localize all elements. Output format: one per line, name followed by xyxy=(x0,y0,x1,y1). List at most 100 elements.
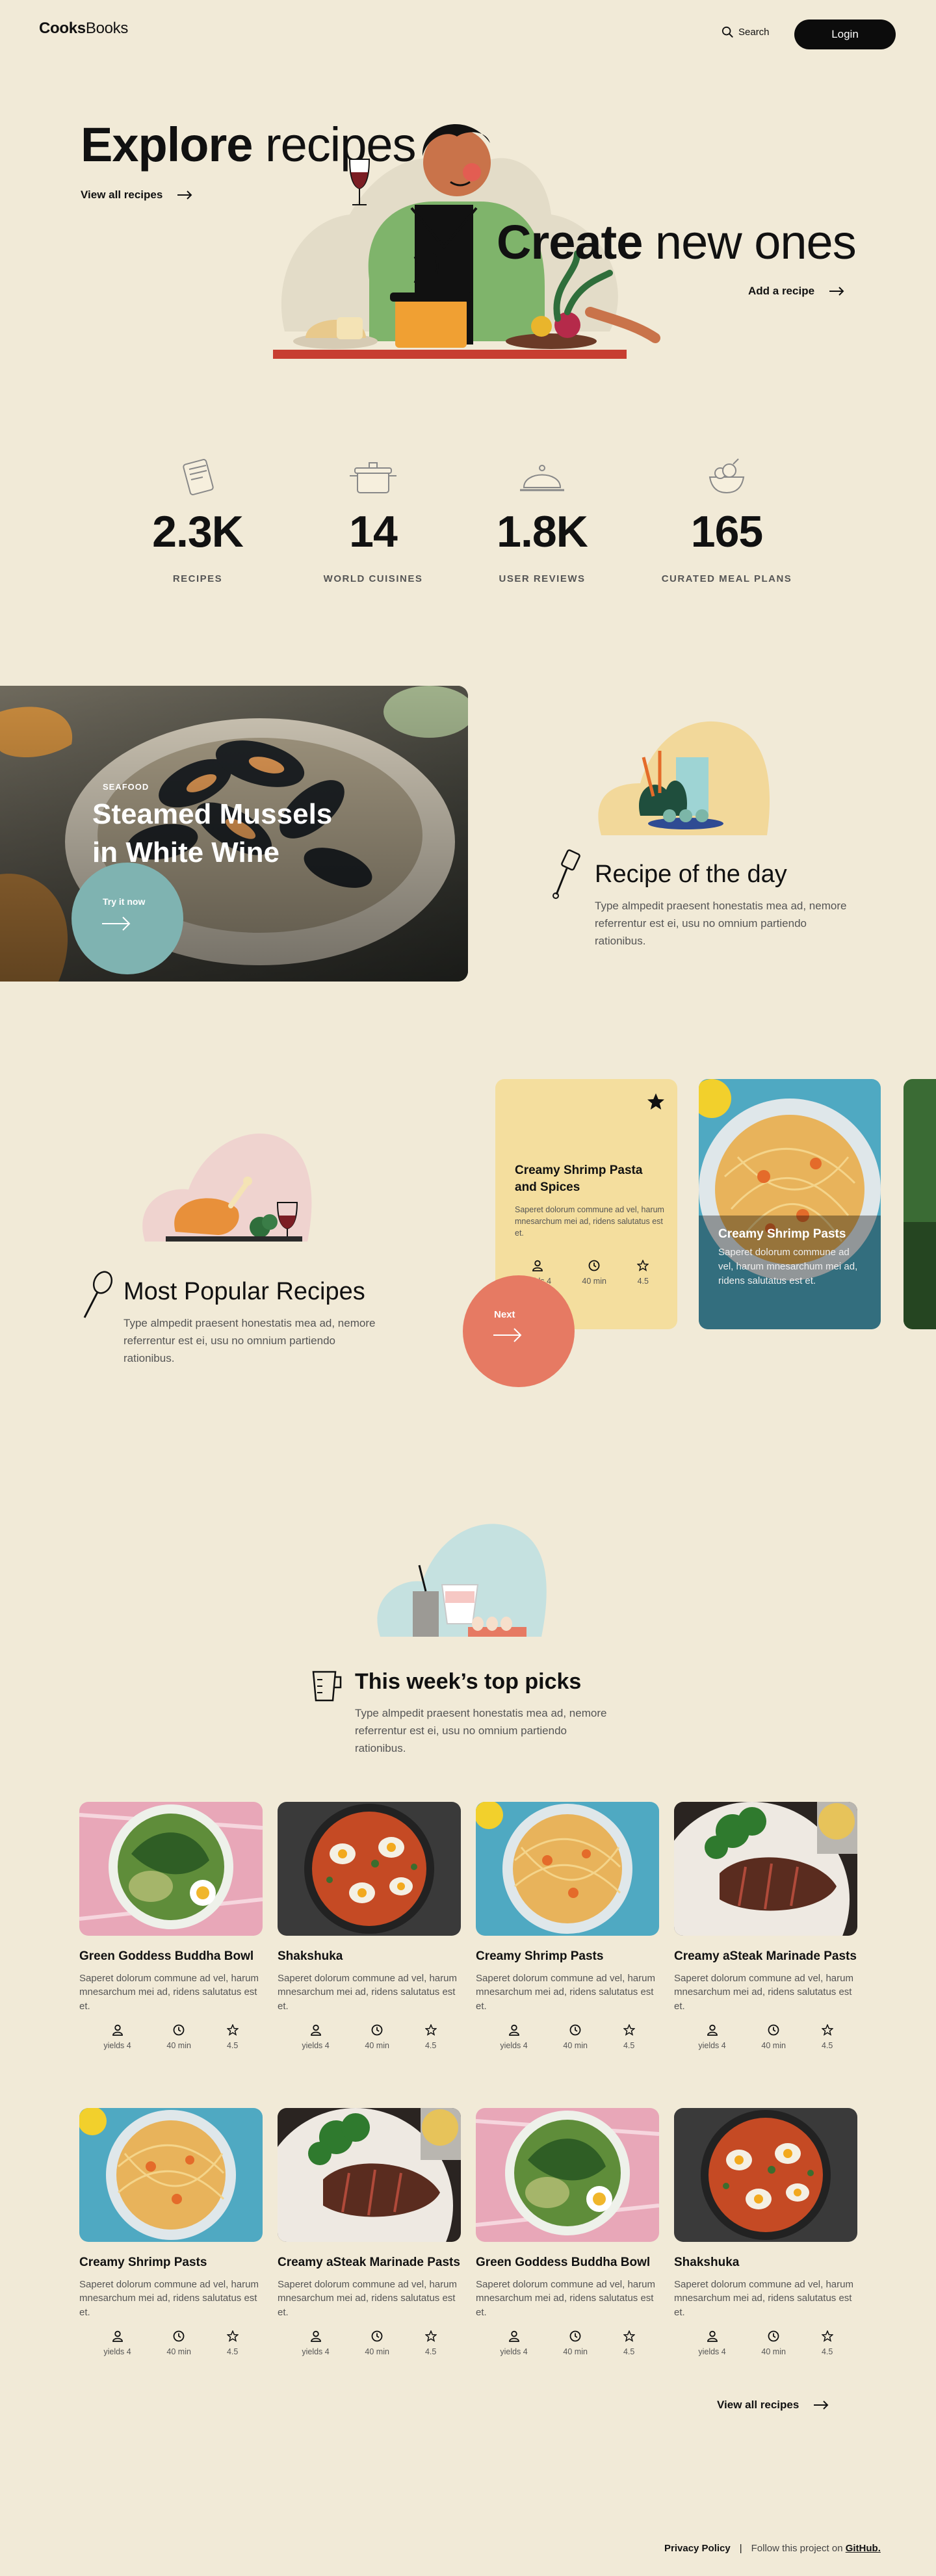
cloche-icon xyxy=(520,465,564,491)
arrow-right-icon xyxy=(177,190,192,200)
view-all-recipes-link[interactable]: View all recipes xyxy=(717,2399,829,2412)
footer-separator: | xyxy=(739,2543,742,2554)
yields-label: yields 4 xyxy=(302,2347,330,2356)
star-icon xyxy=(226,2023,239,2036)
star-icon xyxy=(226,2330,239,2342)
time-label: 40 min xyxy=(761,2347,786,2356)
recipe-card[interactable]: Creamy Shrimp Pasts Saperet dolorum commu… xyxy=(79,2108,263,2356)
recipe-description: Saperet dolorum commune ad vel, harum mn… xyxy=(674,2278,853,2319)
popular-card-title: Creamy Shrimp Pasts xyxy=(718,1227,846,1241)
time-label: 40 min xyxy=(563,2040,588,2050)
recipe-card[interactable]: Green Goddess Buddha Bowl Saperet dolorum… xyxy=(79,1802,263,2050)
arrow-right-icon xyxy=(493,1328,522,1342)
stat-value: 2.3K xyxy=(152,507,244,556)
recipe-description: Saperet dolorum commune ad vel, harum mn… xyxy=(79,2278,259,2319)
recipe-photo xyxy=(674,1802,857,1936)
bowl-photo xyxy=(904,1079,936,1329)
recipe-photo xyxy=(79,2108,263,2242)
recipe-meta: yields 4 40 min 4.5 xyxy=(674,2330,857,2356)
recipe-description: Saperet dolorum commune ad vel, harum mn… xyxy=(476,2278,655,2319)
star-icon xyxy=(623,2023,635,2036)
star-icon xyxy=(821,2330,833,2342)
follow-project-text: Follow this project on xyxy=(751,2543,843,2554)
stat-label: CURATED MEAL PLANS xyxy=(661,573,792,584)
time-label: 40 min xyxy=(365,2347,389,2356)
recipe-card[interactable]: Green Goddess Buddha Bowl Saperet dolorum… xyxy=(476,2108,659,2356)
user-icon xyxy=(707,2330,718,2342)
recipe-card[interactable]: Creamy aSteak Marinade Pasts Saperet dolo… xyxy=(674,1802,857,2050)
footer: Privacy Policy | Follow this project on … xyxy=(664,2543,881,2554)
recipe-meta: yields 4 40 min 4.5 xyxy=(476,2023,659,2050)
feature-category-tag: SEAFOOD xyxy=(103,782,150,792)
star-icon xyxy=(623,2330,635,2342)
featured-recipe-card[interactable]: SEAFOOD Steamed Mussels in White Wine Tr… xyxy=(0,686,468,982)
recipe-description: Saperet dolorum commune ad vel, harum mn… xyxy=(278,1972,457,2012)
stat-label: WORLD CUISINES xyxy=(323,573,423,584)
rating-label: 4.5 xyxy=(623,2040,635,2050)
popular-recipe-card[interactable] xyxy=(904,1079,936,1329)
yields-label: yields 4 xyxy=(698,2040,726,2050)
star-filled-icon[interactable] xyxy=(646,1092,666,1112)
recipe-card[interactable]: Shakshuka Saperet dolorum commune ad vel,… xyxy=(674,2108,857,2356)
recipe-card[interactable]: Shakshuka Saperet dolorum commune ad vel,… xyxy=(278,1802,461,2050)
popular-card-title: Creamy Shrimp Pasta and Spices xyxy=(515,1164,643,1194)
arrow-right-icon xyxy=(829,287,844,296)
clock-icon xyxy=(588,1260,600,1271)
search-button[interactable]: Search xyxy=(722,26,770,38)
star-icon xyxy=(424,2330,437,2342)
recipe-name: Green Goddess Buddha Bowl xyxy=(79,1949,254,1963)
recipe-card[interactable]: Creamy Shrimp Pasts Saperet dolorum commu… xyxy=(476,1802,659,2050)
add-recipe-link[interactable]: Add a recipe xyxy=(748,285,844,298)
top-picks-illustration xyxy=(377,1524,547,1637)
try-it-now-label: Try it now xyxy=(103,896,146,907)
clock-icon xyxy=(569,2330,581,2342)
star-icon xyxy=(821,2023,833,2036)
recipe-name: Green Goddess Buddha Bowl xyxy=(476,2256,651,2269)
rating-label: 4.5 xyxy=(424,2347,437,2356)
clock-icon xyxy=(768,2330,779,2342)
clock-icon xyxy=(569,2024,581,2036)
github-link[interactable]: GitHub. xyxy=(846,2543,881,2554)
recipe-name: Creamy Shrimp Pasts xyxy=(476,1949,604,1963)
feature-title: Steamed Mussels in White Wine xyxy=(92,798,333,869)
popular-card-description: Saperet dolorum commune ad vel, harum mn… xyxy=(515,1205,664,1238)
arrow-right-icon xyxy=(814,2400,829,2410)
stat-reviews: 1.8K USER REVIEWS xyxy=(464,455,620,584)
recipe-meta: yields 4 40 min 4.5 xyxy=(79,2330,263,2356)
clock-icon xyxy=(173,2330,185,2342)
recipe-description: Saperet dolorum commune ad vel, harum mn… xyxy=(674,1972,853,2012)
search-icon xyxy=(722,26,733,38)
clock-icon xyxy=(173,2024,185,2036)
hero-create-title: Create new ones xyxy=(497,215,857,269)
user-icon xyxy=(310,2330,321,2342)
recipe-photo xyxy=(476,1802,659,1936)
rating-label: 4.5 xyxy=(821,2040,833,2050)
try-it-now-button[interactable]: Try it now xyxy=(72,863,183,974)
stat-value: 14 xyxy=(349,507,398,556)
stat-recipes: 2.3K RECIPES xyxy=(120,455,276,584)
recipe-description: Saperet dolorum commune ad vel, harum mn… xyxy=(278,2278,457,2319)
yields-label: yields 4 xyxy=(500,2347,528,2356)
popular-recipe-card[interactable]: Creamy Shrimp Pasts Saperet dolorum comm… xyxy=(699,1079,881,1329)
privacy-policy-link[interactable]: Privacy Policy xyxy=(664,2543,731,2554)
login-button[interactable]: Login xyxy=(794,20,896,49)
user-icon xyxy=(310,2024,321,2036)
next-label: Next xyxy=(494,1309,515,1320)
stat-meal-plans: 165 CURATED MEAL PLANS xyxy=(649,455,805,584)
rating-label: 4.5 xyxy=(424,2040,437,2050)
recipe-description: Saperet dolorum commune ad vel, harum mn… xyxy=(476,1972,655,2012)
yields-label: yields 4 xyxy=(103,2347,131,2356)
logo[interactable]: CooksBooks xyxy=(39,20,128,38)
yields-label: yields 4 xyxy=(500,2040,528,2050)
recipe-meta: yields 4 40 min 4.5 xyxy=(278,2023,461,2050)
next-button[interactable]: Next xyxy=(463,1275,575,1387)
user-icon xyxy=(707,2024,718,2036)
bowl-icon xyxy=(708,458,745,494)
view-all-recipes-link[interactable]: View all recipes xyxy=(81,189,192,202)
recipe-card[interactable]: Creamy aSteak Marinade Pasts Saperet dolo… xyxy=(278,2108,461,2356)
user-icon xyxy=(112,2330,123,2342)
clock-icon xyxy=(371,2024,383,2036)
time-label: 40 min xyxy=(563,2347,588,2356)
stat-label: RECIPES xyxy=(172,573,223,584)
recipe-meta: yields 4 40 min 4.5 xyxy=(79,2023,263,2050)
